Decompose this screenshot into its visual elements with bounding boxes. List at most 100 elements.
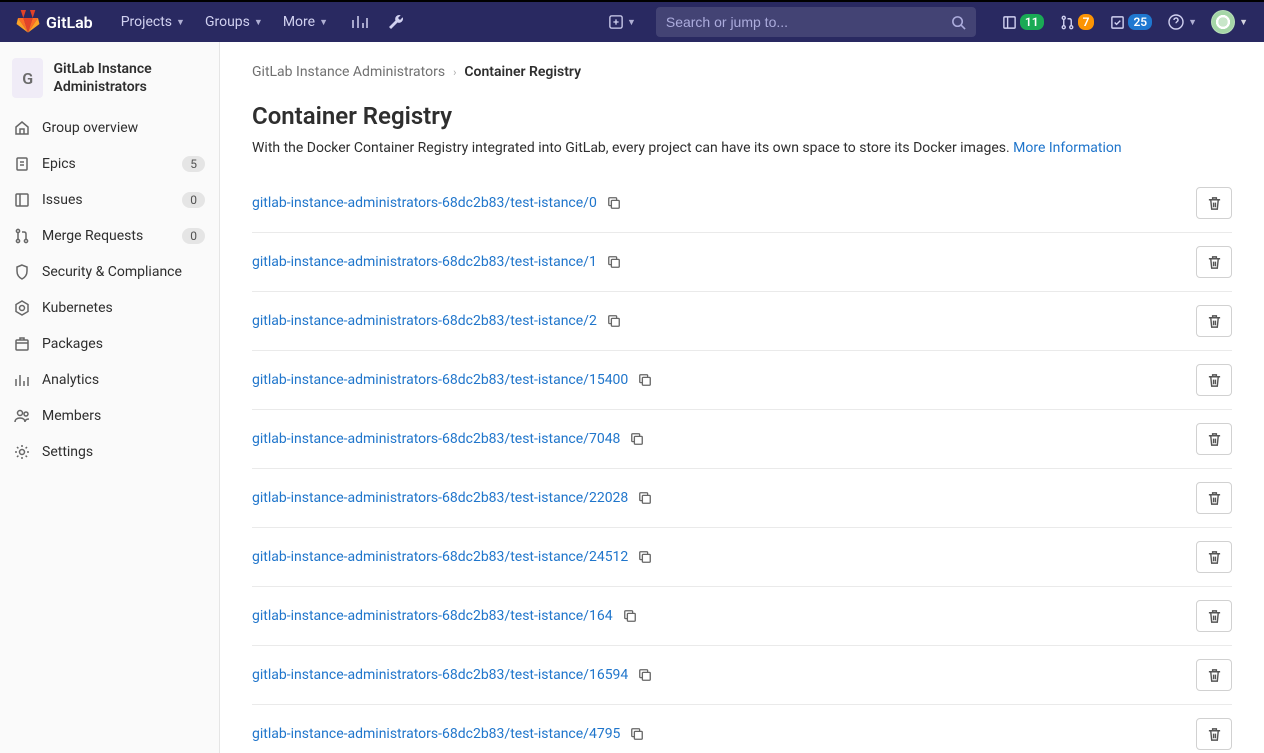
more-information-link[interactable]: More Information: [1013, 140, 1121, 156]
sidebar-item-issues[interactable]: Issues0: [0, 182, 219, 218]
nav-projects[interactable]: Projects ▼: [113, 2, 193, 42]
sidebar-item-settings[interactable]: Settings: [0, 434, 219, 470]
members-icon: [14, 408, 30, 424]
copy-path-button[interactable]: [638, 491, 652, 505]
copy-path-button[interactable]: [630, 432, 644, 446]
copy-path-button[interactable]: [623, 609, 637, 623]
delete-image-button[interactable]: [1196, 246, 1232, 278]
delete-image-button[interactable]: [1196, 423, 1232, 455]
registry-row: gitlab-instance-administrators-68dc2b83/…: [252, 528, 1232, 587]
user-avatar: [1211, 10, 1235, 34]
delete-image-button[interactable]: [1196, 187, 1232, 219]
sidebar-item-label: Analytics: [42, 372, 205, 388]
copy-path-button[interactable]: [607, 196, 621, 210]
registry-row: gitlab-instance-administrators-68dc2b83/…: [252, 469, 1232, 528]
copy-path-button[interactable]: [607, 314, 621, 328]
registry-image-link[interactable]: gitlab-instance-administrators-68dc2b83/…: [252, 195, 597, 211]
mr-count: 7: [1078, 14, 1095, 30]
delete-image-button[interactable]: [1196, 482, 1232, 514]
sidebar-item-epics[interactable]: Epics 5: [0, 146, 219, 182]
sidebar-item-analytics[interactable]: Analytics: [0, 362, 219, 398]
delete-image-button[interactable]: [1196, 659, 1232, 691]
registry-row: gitlab-instance-administrators-68dc2b83/…: [252, 233, 1232, 292]
copy-path-button[interactable]: [638, 668, 652, 682]
todos-counter[interactable]: 25: [1104, 2, 1158, 42]
gitlab-logo-icon[interactable]: [16, 10, 40, 34]
chevron-right-icon: ›: [453, 66, 456, 79]
sidebar-item-security-compliance[interactable]: Security & Compliance: [0, 254, 219, 290]
issues-icon: [14, 192, 30, 208]
registry-row: gitlab-instance-administrators-68dc2b83/…: [252, 705, 1232, 753]
activity-icon-button[interactable]: [344, 2, 376, 42]
nav-more-label: More: [283, 14, 315, 30]
sidebar-item-group-overview[interactable]: Group overview: [0, 110, 219, 146]
copy-path-button[interactable]: [607, 255, 621, 269]
registry-row: gitlab-instance-administrators-68dc2b83/…: [252, 351, 1232, 410]
sidebar-item-badge: 5: [182, 156, 205, 172]
merge-requests-counter[interactable]: 7: [1054, 2, 1101, 42]
nav-projects-label: Projects: [121, 14, 172, 30]
page-description-text: With the Docker Container Registry integ…: [252, 140, 1010, 156]
copy-path-button[interactable]: [630, 727, 644, 741]
group-context-header[interactable]: G GitLab Instance Administrators: [0, 50, 219, 110]
settings-icon: [14, 444, 30, 460]
registry-row: gitlab-instance-administrators-68dc2b83/…: [252, 292, 1232, 351]
package-icon: [14, 336, 30, 352]
new-dropdown-button[interactable]: ▼: [601, 2, 644, 42]
chevron-down-icon: ▼: [627, 17, 636, 28]
merge-icon: [14, 228, 30, 244]
registry-row: gitlab-instance-administrators-68dc2b83/…: [252, 587, 1232, 646]
analytics-icon: [14, 372, 30, 388]
registry-image-link[interactable]: gitlab-instance-administrators-68dc2b83/…: [252, 549, 628, 565]
help-dropdown[interactable]: ▼: [1162, 14, 1203, 30]
issues-counter[interactable]: 11: [996, 2, 1050, 42]
delete-image-button[interactable]: [1196, 718, 1232, 750]
search-icon: [951, 15, 966, 30]
home-icon: [14, 120, 30, 136]
sidebar-item-members[interactable]: Members: [0, 398, 219, 434]
admin-wrench-icon-button[interactable]: [380, 2, 412, 42]
sidebar-item-merge-requests[interactable]: Merge Requests0: [0, 218, 219, 254]
kube-icon: [14, 300, 30, 316]
registry-image-link[interactable]: gitlab-instance-administrators-68dc2b83/…: [252, 667, 628, 683]
user-menu[interactable]: ▼: [1207, 10, 1248, 34]
search-input[interactable]: [666, 14, 951, 30]
delete-image-button[interactable]: [1196, 305, 1232, 337]
sidebar-item-label: Packages: [42, 336, 205, 352]
question-icon: [1168, 14, 1184, 30]
registry-list: gitlab-instance-administrators-68dc2b83/…: [252, 174, 1232, 753]
sidebar-item-label: Group overview: [42, 120, 205, 136]
registry-image-link[interactable]: gitlab-instance-administrators-68dc2b83/…: [252, 608, 613, 624]
delete-image-button[interactable]: [1196, 364, 1232, 396]
chevron-down-icon: ▼: [1188, 17, 1197, 28]
global-search[interactable]: [656, 7, 976, 37]
copy-path-button[interactable]: [638, 373, 652, 387]
chevron-down-icon: ▼: [254, 17, 263, 28]
page-title: Container Registry: [252, 102, 1232, 130]
breadcrumb-parent[interactable]: GitLab Instance Administrators: [252, 64, 445, 80]
sidebar-item-packages[interactable]: Packages: [0, 326, 219, 362]
nav-more[interactable]: More ▼: [275, 2, 336, 42]
main-content: GitLab Instance Administrators › Contain…: [220, 42, 1264, 753]
registry-image-link[interactable]: gitlab-instance-administrators-68dc2b83/…: [252, 254, 597, 270]
registry-image-link[interactable]: gitlab-instance-administrators-68dc2b83/…: [252, 372, 628, 388]
sidebar-item-badge: 0: [182, 192, 205, 208]
page-description: With the Docker Container Registry integ…: [252, 140, 1232, 156]
sidebar-item-label: Kubernetes: [42, 300, 205, 316]
brand-label[interactable]: GitLab: [46, 13, 93, 32]
registry-image-link[interactable]: gitlab-instance-administrators-68dc2b83/…: [252, 726, 620, 742]
chevron-down-icon: ▼: [319, 17, 328, 28]
delete-image-button[interactable]: [1196, 600, 1232, 632]
chevron-down-icon: ▼: [1239, 17, 1248, 28]
nav-groups[interactable]: Groups ▼: [197, 2, 271, 42]
sidebar-item-kubernetes[interactable]: Kubernetes: [0, 290, 219, 326]
top-navbar: GitLab Projects ▼ Groups ▼ More ▼ ▼ 11: [0, 2, 1264, 42]
sidebar-item-label: Epics: [42, 156, 170, 172]
todos-count: 25: [1128, 14, 1152, 30]
delete-image-button[interactable]: [1196, 541, 1232, 573]
copy-path-button[interactable]: [638, 550, 652, 564]
registry-image-link[interactable]: gitlab-instance-administrators-68dc2b83/…: [252, 431, 620, 447]
epic-icon: [14, 156, 30, 172]
registry-image-link[interactable]: gitlab-instance-administrators-68dc2b83/…: [252, 313, 597, 329]
registry-image-link[interactable]: gitlab-instance-administrators-68dc2b83/…: [252, 490, 628, 506]
